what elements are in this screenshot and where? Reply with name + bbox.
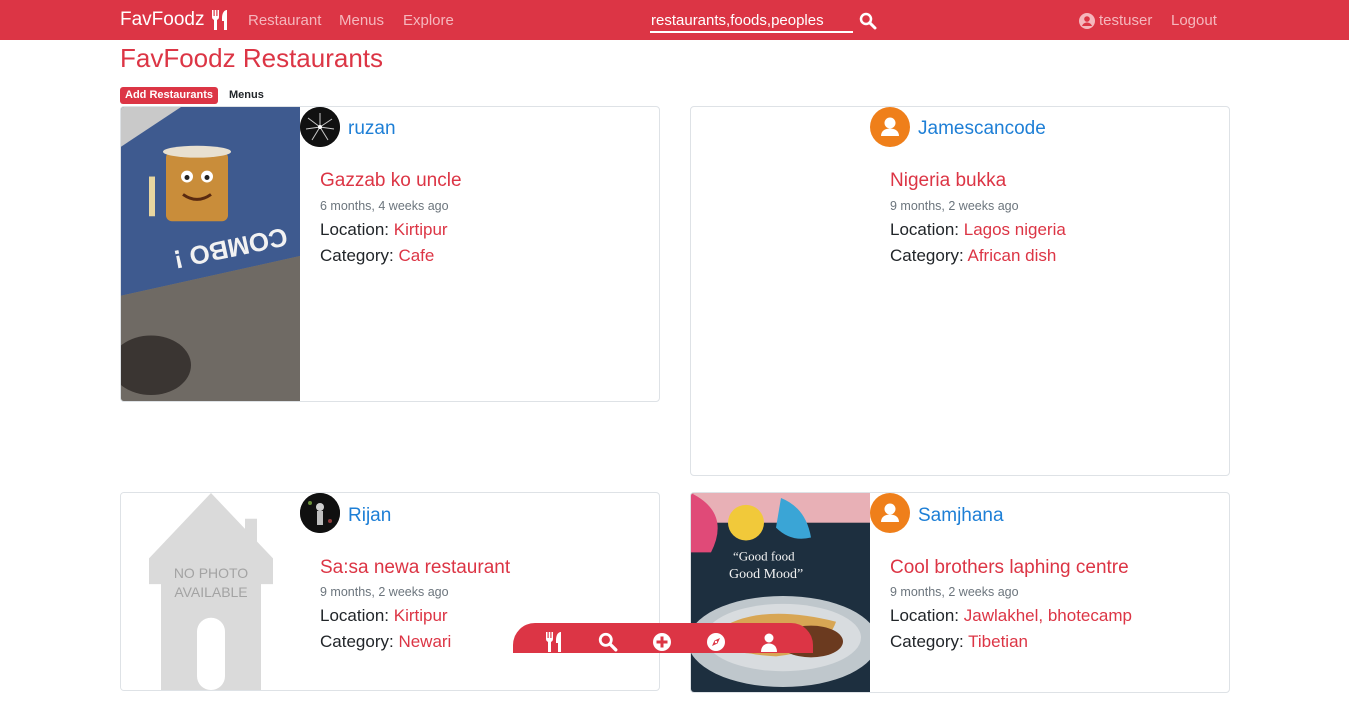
utensils-icon [212, 10, 228, 30]
location-row: Location: Kirtipur [320, 220, 448, 240]
restaurant-card[interactable]: “Good food Good Mood” Samjhana Cool brot… [690, 492, 1230, 693]
category-row: Category: African dish [890, 246, 1056, 266]
restaurant-photo[interactable]: COMBO ! [121, 107, 300, 401]
restaurant-name[interactable]: Gazzab ko uncle [320, 170, 462, 192]
posted-time: 9 months, 2 weeks ago [320, 585, 449, 599]
location-label: Location: [320, 606, 389, 625]
search-icon[interactable] [859, 12, 877, 30]
card-username[interactable]: ruzan [348, 118, 396, 140]
category-label: Category: [320, 246, 394, 265]
username-label[interactable]: testuser [1099, 12, 1152, 29]
brand-name[interactable]: FavFoodz [120, 9, 204, 31]
category-row: Category: Tibetian [890, 632, 1028, 652]
firework-avatar-icon [300, 107, 340, 147]
user-menu[interactable]: testuser [1079, 12, 1152, 29]
user-avatar[interactable] [300, 107, 340, 147]
location-row: Location: Jawlakhel, bhotecamp [890, 606, 1132, 626]
location-label: Location: [890, 606, 959, 625]
category-label: Category: [890, 632, 964, 651]
search-icon[interactable] [598, 632, 618, 652]
restaurant-name[interactable]: Cool brothers laphing centre [890, 557, 1129, 579]
card-username[interactable]: Rijan [348, 505, 391, 527]
location-value[interactable]: Jawlakhel, bhotecamp [964, 606, 1132, 625]
nav-restaurant[interactable]: Restaurant [248, 12, 321, 29]
category-value[interactable]: Cafe [398, 246, 434, 265]
user-circle-icon [1079, 12, 1095, 29]
user-avatar[interactable] [870, 493, 910, 533]
menus-link[interactable]: Menus [229, 89, 264, 101]
category-value[interactable]: Newari [398, 632, 451, 651]
category-value[interactable]: Tibetian [968, 632, 1028, 651]
card-username[interactable]: Samjhana [918, 505, 1004, 527]
location-value[interactable]: Kirtipur [394, 220, 448, 239]
photo-text-line1: “Good food [733, 548, 795, 563]
posted-time: 6 months, 4 weeks ago [320, 199, 449, 213]
plus-circle-icon[interactable] [652, 632, 672, 652]
category-row: Category: Cafe [320, 246, 434, 266]
nav-explore[interactable]: Explore [403, 12, 454, 29]
default-user-icon [881, 117, 899, 136]
posted-time: 9 months, 2 weeks ago [890, 585, 1019, 599]
placeholder-text-line1: NO PHOTO [174, 565, 248, 581]
no-photo-placeholder[interactable]: NO PHOTO AVAILABLE [121, 493, 300, 690]
card-username[interactable]: Jamescancode [918, 118, 1046, 140]
default-user-icon [881, 503, 899, 522]
restaurant-name[interactable]: Sa:sa newa restaurant [320, 557, 510, 579]
search-input[interactable]: restaurants,foods,peoples [650, 10, 853, 33]
location-value[interactable]: Kirtipur [394, 606, 448, 625]
category-label: Category: [320, 632, 394, 651]
location-row: Location: Kirtipur [320, 606, 448, 626]
user-avatar[interactable] [300, 493, 340, 533]
portrait-avatar-icon [300, 493, 340, 533]
utensils-icon[interactable] [543, 632, 563, 652]
restaurant-card[interactable]: Jamescancode Nigeria bukka 9 months, 2 w… [690, 106, 1230, 476]
brand-logo[interactable]: FavFoodz [120, 9, 228, 31]
compass-icon[interactable] [706, 632, 726, 652]
location-label: Location: [320, 220, 389, 239]
top-navbar: FavFoodz Restaurant Menus Explore restau… [0, 0, 1349, 40]
category-value[interactable]: African dish [968, 246, 1057, 265]
nav-menus[interactable]: Menus [339, 12, 384, 29]
photo-text-line2: Good Mood” [729, 567, 803, 582]
location-value[interactable]: Lagos nigeria [964, 220, 1066, 239]
add-restaurant-button[interactable]: Add Restaurants [120, 87, 219, 104]
page-title: FavFoodz Restaurants [120, 43, 384, 73]
category-label: Category: [890, 246, 964, 265]
restaurant-card[interactable]: NO PHOTO AVAILABLE Rijan Sa:sa newa rest… [120, 492, 660, 691]
bottom-nav-bar [513, 623, 813, 653]
placeholder-text-line2: AVAILABLE [174, 584, 247, 600]
restaurant-photo[interactable]: “Good food Good Mood” [691, 493, 870, 692]
posted-time: 9 months, 2 weeks ago [890, 199, 1019, 213]
restaurant-name[interactable]: Nigeria bukka [890, 170, 1006, 192]
location-row: Location: Lagos nigeria [890, 220, 1066, 240]
user-icon[interactable] [759, 632, 779, 652]
category-row: Category: Newari [320, 632, 451, 652]
user-avatar[interactable] [870, 107, 910, 147]
restaurant-card[interactable]: COMBO ! ruzan Gazzab ko uncle 6 months, … [120, 106, 660, 402]
logout-link[interactable]: Logout [1171, 12, 1217, 29]
location-label: Location: [890, 220, 959, 239]
